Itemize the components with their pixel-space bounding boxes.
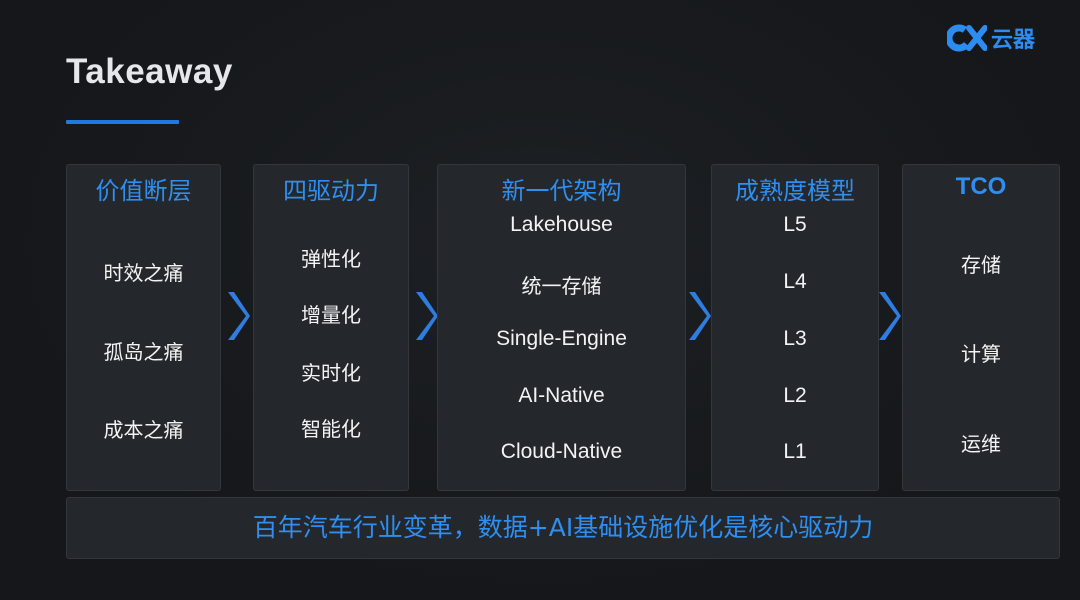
column-heading: 新一代架构 [501, 177, 622, 205]
column-item: 增量化 [301, 303, 361, 327]
logo-mark-icon [947, 24, 987, 52]
column-heading: 成熟度模型 [735, 177, 855, 205]
column-maturity-model: 成熟度模型 L5 L4 L3 L2 L1 [711, 164, 879, 491]
column-tco: TCO 存储 计算 运维 [902, 164, 1060, 491]
column-item: 智能化 [301, 417, 361, 441]
column-item: 实时化 [301, 361, 361, 385]
column-item: 孤岛之痛 [103, 340, 184, 364]
column-item: 成本之痛 [103, 418, 184, 442]
column-item: 统一存储 [521, 274, 602, 298]
logo-text: 云器 [991, 28, 1036, 53]
chevron-right-icon [879, 292, 901, 340]
chevron-right-icon [228, 292, 250, 340]
column-item: AI-Native [518, 384, 605, 407]
column-item: 计算 [961, 342, 1001, 366]
column-heading: TCO [955, 173, 1007, 200]
column-new-architecture: 新一代架构 Lakehouse 统一存储 Single-Engine AI-Na… [437, 164, 686, 491]
column-item: L3 [783, 327, 807, 350]
column-item: L2 [783, 384, 807, 407]
column-value-gap: 价值断层 时效之痛 孤岛之痛 成本之痛 [66, 164, 221, 491]
footer-summary: 百年汽车行业变革，数据+AI基础设施优化是核心驱动力 [66, 497, 1060, 559]
column-item: Lakehouse [510, 213, 613, 236]
page-title: Takeaway [66, 52, 233, 91]
column-item: Cloud-Native [500, 440, 623, 463]
column-item: L4 [783, 270, 807, 293]
column-heading: 价值断层 [95, 177, 192, 205]
column-item: L1 [783, 440, 807, 463]
column-heading: 四驱动力 [283, 177, 379, 205]
slide: Takeaway 云器 价值断层 时效之痛 孤岛之痛 成本之痛 四驱动力 弹性化… [0, 0, 1080, 600]
brand-logo: 云器 [947, 22, 1035, 54]
column-four-drivers: 四驱动力 弹性化 增量化 实时化 智能化 [253, 164, 409, 491]
column-item: Single-Engine [496, 327, 627, 350]
title-underline [66, 120, 179, 124]
chevron-right-icon [416, 292, 438, 340]
column-item: 存储 [961, 253, 1001, 277]
chevron-right-icon [689, 292, 711, 340]
column-item: 弹性化 [301, 247, 361, 271]
column-item: 运维 [961, 432, 1001, 456]
column-item: L5 [783, 213, 807, 236]
column-item: 时效之痛 [103, 261, 184, 285]
